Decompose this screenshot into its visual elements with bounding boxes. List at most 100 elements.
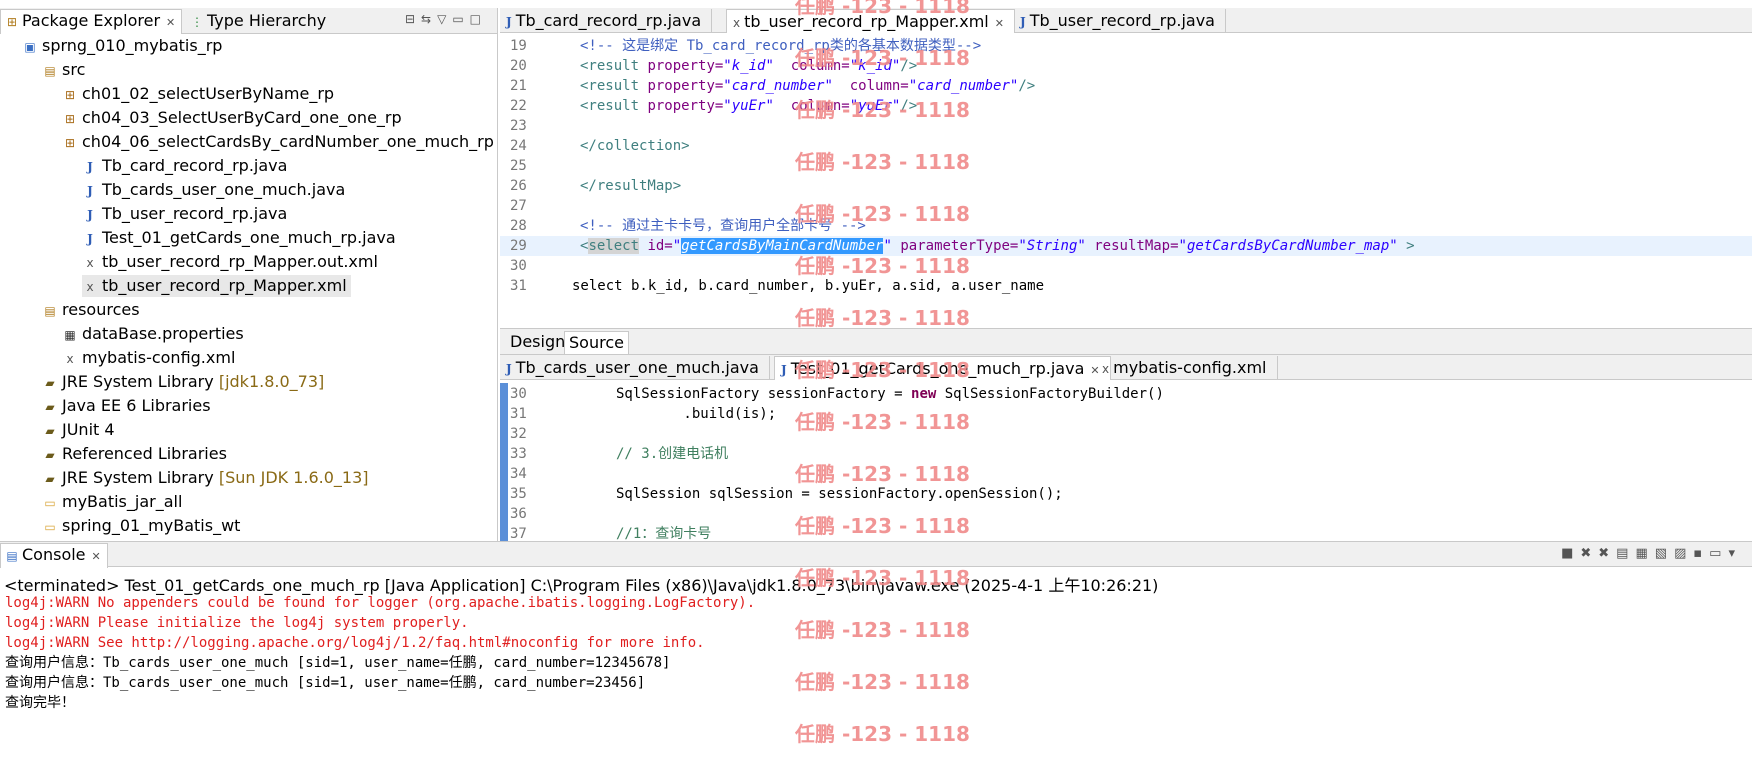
line-number: 23 bbox=[510, 118, 527, 134]
code-line: 28 <!-- 通过主卡卡号，查询用户全部卡号 --> bbox=[500, 216, 1752, 236]
code-line: 22 <result property="yuEr" column="yuEr"/… bbox=[500, 96, 1752, 116]
java-file-icon: J bbox=[506, 15, 512, 29]
tree-item-file[interactable]: J Tb_cards_user_one_much.java bbox=[82, 179, 345, 201]
tree-item-file[interactable]: J Tb_user_record_rp.java bbox=[82, 203, 287, 225]
line-number: 28 bbox=[510, 218, 527, 234]
view-menu-icon[interactable]: ▽ bbox=[437, 12, 452, 26]
xml-file-icon: x bbox=[1102, 362, 1110, 376]
watermark-text: 任鹏 -123 - 1118 bbox=[795, 670, 970, 694]
line-number: 22 bbox=[510, 98, 527, 114]
code-text: SqlSessionFactory sessionFactory = new S… bbox=[616, 386, 1164, 402]
library-icon: ▰ bbox=[45, 448, 55, 462]
watermark-text: 任鹏 -123 - 1118 bbox=[795, 98, 970, 122]
line-number: 24 bbox=[510, 138, 527, 154]
watermark-text: 任鹏 -123 - 1118 bbox=[795, 566, 970, 590]
link-editor-icon[interactable]: ⇆ bbox=[421, 12, 437, 26]
clear-console-icon[interactable]: ▤ bbox=[1616, 546, 1635, 561]
tab-design[interactable]: Design bbox=[506, 331, 569, 353]
code-text: //1：查询卡号 bbox=[616, 526, 712, 541]
tree-item-library[interactable]: ▰ JRE System Library [jdk1.8.0_73] bbox=[42, 371, 324, 393]
tree-item-resources[interactable]: ▤ resources bbox=[42, 299, 140, 321]
watermark-text: 任鹏 -123 - 1118 bbox=[795, 618, 970, 642]
code-line: 25 bbox=[500, 156, 1752, 176]
watermark-text: 任鹏 -123 - 1118 bbox=[795, 254, 970, 278]
console-line-warn: log4j:WARN No appenders could be found f… bbox=[5, 595, 756, 611]
tree-item-label: Tb_user_record_rp.java bbox=[102, 204, 288, 223]
tab-type-hierarchy[interactable]: ⋮ Type Hierarchy bbox=[186, 10, 332, 32]
code-line: 35 SqlSession sqlSession = sessionFactory… bbox=[500, 484, 1752, 504]
editor-tab-label: Tb_cards_user_one_much.java bbox=[515, 358, 759, 377]
tab-console[interactable]: ▤ Console ✕ bbox=[0, 543, 108, 568]
code-text: SqlSession sqlSession = sessionFactory.o… bbox=[616, 486, 1063, 502]
tree-item-file[interactable]: J Tb_card_record_rp.java bbox=[82, 155, 287, 177]
tree-item-src[interactable]: ▤ src bbox=[42, 59, 85, 81]
tree-item-label: resources bbox=[62, 300, 140, 319]
package-explorer-icon: ⊞ bbox=[6, 15, 18, 29]
view-toolbar: ⊟⇆▽▭□ bbox=[405, 12, 487, 26]
tree-item-package[interactable]: ⊞ ch01_02_selectUserByName_rp bbox=[62, 83, 334, 105]
tree-item-file-selected[interactable]: x tb_user_record_rp_Mapper.xml bbox=[82, 275, 351, 297]
close-icon[interactable]: ✕ bbox=[166, 16, 175, 29]
tree-item-label: mybatis-config.xml bbox=[82, 348, 236, 367]
tree-item-package[interactable]: ⊞ ch04_03_SelectUserByCard_one_one_rp bbox=[62, 107, 402, 129]
word-wrap-icon[interactable]: ▧ bbox=[1655, 546, 1674, 561]
line-number: 29 bbox=[510, 238, 527, 254]
close-icon[interactable]: ✕ bbox=[995, 17, 1004, 30]
show-on-output-icon[interactable]: ▨ bbox=[1674, 546, 1693, 561]
code-line: 23 bbox=[500, 116, 1752, 136]
maximize-icon[interactable]: □ bbox=[470, 12, 487, 26]
tree-item-file[interactable]: ▦ dataBase.properties bbox=[62, 323, 244, 345]
editor-tab[interactable]: J Tb_card_record_rp.java bbox=[500, 9, 713, 32]
terminate-icon[interactable]: ■ bbox=[1561, 546, 1580, 561]
tab-source[interactable]: Source bbox=[564, 331, 629, 354]
editor-tab[interactable]: J Tb_user_record_rp.java bbox=[1014, 9, 1226, 32]
code-line: 33 // 3.创建电话机 bbox=[500, 444, 1752, 464]
tab-label: Console bbox=[22, 545, 86, 564]
editor-mode-bar: Design Source bbox=[500, 328, 1752, 354]
console-icon: ▤ bbox=[6, 549, 18, 563]
code-line: 34 bbox=[500, 464, 1752, 484]
watermark-text: 任鹏 -123 - 1118 bbox=[795, 46, 970, 70]
line-number: 20 bbox=[510, 58, 527, 74]
tree-item-library[interactable]: ▰ JRE System Library [Sun JDK 1.6.0_13] bbox=[42, 467, 368, 489]
java-file-icon: J bbox=[1020, 15, 1026, 29]
code-text: <select id="getCardsByMainCardNumber" pa… bbox=[580, 238, 1415, 254]
java-file-icon: J bbox=[87, 208, 93, 222]
code-text: // 3.创建电话机 bbox=[616, 446, 729, 462]
code-line-current: 29 <select id="getCardsByMainCardNumber" … bbox=[500, 236, 1752, 256]
tree-item-library[interactable]: ▰ Java EE 6 Libraries bbox=[42, 395, 210, 417]
editor-tab[interactable]: J Tb_cards_user_one_much.java bbox=[500, 356, 770, 379]
tree-item-file[interactable]: x tb_user_record_rp_Mapper.out.xml bbox=[82, 251, 377, 273]
tree-item-library[interactable]: ▰ Referenced Libraries bbox=[42, 443, 227, 465]
display-console-icon[interactable]: ▭ bbox=[1709, 546, 1728, 561]
tree-item-package[interactable]: ⊞ ch04_06_selectCardsBy_cardNumber_one_mu… bbox=[62, 131, 494, 153]
tree-item-label: JRE System Library bbox=[62, 468, 214, 487]
code-line: 26 </resultMap> bbox=[500, 176, 1752, 196]
tree-item-label: dataBase.properties bbox=[82, 324, 244, 343]
tree-item-label: JRE System Library bbox=[62, 372, 214, 391]
line-number: 25 bbox=[510, 158, 527, 174]
tab-package-explorer[interactable]: ⊞ Package Explorer ✕ bbox=[0, 9, 183, 34]
remove-all-icon[interactable]: ✖ bbox=[1598, 546, 1616, 561]
watermark-text: 任鹏 -123 - 1118 bbox=[795, 358, 970, 382]
collapse-all-icon[interactable]: ⊟ bbox=[405, 12, 421, 26]
tree-item-library[interactable]: ▰ JUnit 4 bbox=[42, 419, 114, 441]
scroll-lock-icon[interactable]: ▦ bbox=[1635, 546, 1654, 561]
xml-editor-panel: J Tb_card_record_rp.java x tb_user_record_… bbox=[500, 8, 1752, 354]
tree-item-project[interactable]: ▣ sprng_010_mybatis_rp bbox=[22, 35, 222, 57]
tree-item-file[interactable]: J Test_01_getCards_one_much_rp.java bbox=[82, 227, 396, 249]
tree-item-folder[interactable]: ▭ spring_01_myBatis_wt bbox=[42, 515, 240, 537]
pin-console-icon[interactable]: ▪ bbox=[1693, 546, 1709, 561]
code-text: select b.k_id, b.card_number, b.yuEr, a.… bbox=[572, 278, 1045, 294]
view-menu-icon[interactable]: ▾ bbox=[1728, 546, 1742, 561]
close-icon[interactable]: ✕ bbox=[92, 550, 101, 563]
source-folder-icon: ▤ bbox=[44, 64, 56, 78]
tree-item-file[interactable]: x mybatis-config.xml bbox=[62, 347, 235, 369]
editor-tab[interactable]: x mybatis-config.xml bbox=[1096, 356, 1278, 379]
minimize-icon[interactable]: ▭ bbox=[452, 12, 469, 26]
java-editor-panel: J Tb_cards_user_one_much.java J Test_01_ge… bbox=[500, 354, 1752, 541]
console-line-warn: log4j:WARN See http://logging.apache.org… bbox=[5, 635, 705, 651]
tree-item-folder[interactable]: ▭ myBatis_jar_all bbox=[42, 491, 182, 513]
remove-launch-icon[interactable]: ✖ bbox=[1580, 546, 1598, 561]
watermark-text: 任鹏 -123 - 1118 bbox=[795, 462, 970, 486]
